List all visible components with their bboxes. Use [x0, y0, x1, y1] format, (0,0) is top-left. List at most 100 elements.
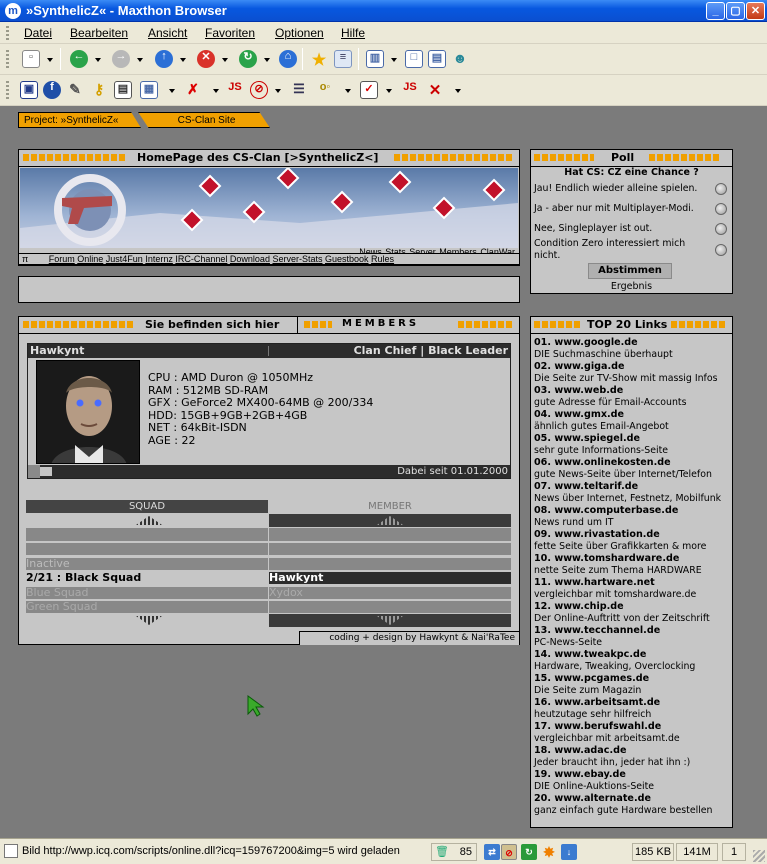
layout-icon[interactable]: ▥ [366, 50, 384, 68]
poll-option-1: Jau! Endlich wieder alleine spielen. [534, 183, 698, 194]
fullscreen-icon[interactable]: □ [405, 50, 423, 68]
top20-link-11[interactable]: 11. www.hartware.net [534, 577, 655, 588]
top20-link-7[interactable]: 07. www.teltarif.de [534, 481, 638, 492]
forward-icon[interactable]: → [112, 50, 130, 68]
poll-radio-1[interactable] [715, 183, 727, 195]
top20-link-15[interactable]: 15. www.pcgames.de [534, 673, 649, 684]
top20-link-2[interactable]: 02. www.giga.de [534, 361, 624, 372]
nav-guestbook[interactable]: Guestbook [325, 254, 369, 264]
menu-favoriten[interactable]: Favoriten [205, 26, 255, 40]
stop-icon[interactable]: ✕ [197, 50, 215, 68]
top20-link-16[interactable]: 16. www.arbeitsamt.de [534, 697, 660, 708]
list-icon[interactable]: ☰ [290, 81, 308, 99]
poll-radio-3[interactable] [715, 223, 727, 235]
poll-results-link[interactable]: Ergebnis [531, 281, 732, 292]
menu-bearbeiten[interactable]: Bearbeiten [70, 26, 128, 40]
top20-link-10[interactable]: 10. www.tomshardware.de [534, 553, 679, 564]
users-icon[interactable]: ☻ [451, 50, 469, 68]
poll-radio-4[interactable] [715, 244, 727, 256]
transfer-size: 185 KB [632, 843, 674, 861]
clear-icon[interactable]: ✕ [426, 81, 444, 99]
new-page-icon[interactable]: ▫ [22, 50, 40, 68]
image-toggle-icon[interactable]: ▣ [20, 81, 38, 99]
member-row-xydox[interactable]: Xydox [269, 587, 511, 599]
checkbox-icon[interactable]: ✓ [360, 81, 378, 99]
squad-row-green[interactable]: Green Squad [26, 601, 268, 613]
top20-link-8[interactable]: 08. www.computerbase.de [534, 505, 678, 516]
history-icon[interactable]: ≡ [334, 50, 352, 68]
trash-icon[interactable]: 🗑 [435, 844, 449, 860]
member-up-arrow-icon[interactable] [377, 516, 403, 525]
poll-radio-2[interactable] [715, 203, 727, 215]
back-icon[interactable]: ← [70, 50, 88, 68]
menu-bar: Datei Bearbeiten Ansicht Favoriten Optio… [0, 22, 767, 44]
squad-row-blue[interactable]: Blue Squad [26, 587, 268, 599]
top20-link-19[interactable]: 19. www.ebay.de [534, 769, 626, 780]
top20-link-1[interactable]: 01. www.google.de [534, 337, 638, 348]
table-icon[interactable]: ▦ [140, 81, 158, 99]
menu-hilfe[interactable]: Hilfe [341, 26, 365, 40]
maximize-button[interactable]: ▢ [726, 2, 745, 20]
spec-net: NET : 64kBit-ISDN [148, 421, 247, 434]
refresh-icon[interactable]: ↻ [239, 50, 257, 68]
up-icon[interactable]: ↑ [155, 50, 173, 68]
flash-icon[interactable]: f [43, 81, 61, 99]
squad-up-arrow-icon[interactable] [136, 516, 162, 525]
script-icon[interactable]: JS [401, 81, 419, 99]
top20-link-20[interactable]: 20. www.alternate.de [534, 793, 651, 804]
nav-download[interactable]: Download [230, 254, 270, 264]
member-row-hawkynt[interactable]: Hawkynt [269, 572, 511, 584]
top20-desc-7: News über Internet, Festnetz, Mobilfunk [534, 493, 722, 504]
pi-link[interactable]: π [22, 254, 28, 264]
top20-link-18[interactable]: 18. www.adac.de [534, 745, 626, 756]
nav-forum[interactable]: Forum [49, 254, 75, 264]
close-button[interactable]: ✕ [746, 2, 765, 20]
favorites-star-icon[interactable]: ★ [310, 50, 328, 69]
top20-link-9[interactable]: 09. www.rivastation.de [534, 529, 660, 540]
tab-cs-clan[interactable]: CS-Clan Site [138, 112, 270, 128]
squad-row-black[interactable]: 2/21 : Black Squad [26, 572, 268, 584]
javascript-icon[interactable]: JS [226, 81, 244, 99]
sun-icon[interactable]: ✸ [541, 844, 557, 860]
toolbar-options-icon[interactable]: o◦ [316, 81, 334, 99]
menu-ansicht[interactable]: Ansicht [148, 26, 187, 40]
nav-server-stats[interactable]: Server-Stats [272, 254, 322, 264]
member-rank: Clan Chief | Black Leader [353, 344, 508, 357]
notes-icon[interactable]: ▤ [114, 81, 132, 99]
block-popup-icon[interactable]: ✗ [184, 81, 202, 99]
member-down-arrow-icon[interactable] [377, 616, 403, 625]
top20-link-5[interactable]: 05. www.spiegel.de [534, 433, 640, 444]
resize-grip[interactable] [753, 850, 765, 862]
email-icon[interactable] [40, 467, 52, 476]
tools-icon[interactable]: ✎ [66, 81, 84, 99]
squad-down-arrow-icon[interactable] [136, 616, 162, 625]
download-icon[interactable]: ↓ [561, 844, 577, 860]
top20-link-14[interactable]: 14. www.tweakpc.de [534, 649, 646, 660]
popup-block-icon[interactable]: ⊘ [501, 844, 517, 860]
network-icon[interactable]: ⇄ [484, 844, 500, 860]
vote-button[interactable]: Abstimmen [588, 263, 672, 279]
nav-rules[interactable]: Rules [371, 254, 394, 264]
top20-link-12[interactable]: 12. www.chip.de [534, 601, 624, 612]
nav-internz[interactable]: Internz [145, 254, 173, 264]
menu-datei[interactable]: Datei [24, 26, 52, 40]
minimize-button[interactable]: _ [706, 2, 725, 20]
top20-link-13[interactable]: 13. www.tecchannel.de [534, 625, 660, 636]
menu-optionen[interactable]: Optionen [275, 26, 324, 40]
refresh-status-icon[interactable]: ↻ [521, 844, 537, 860]
key-icon[interactable]: ⚷ [90, 81, 108, 99]
tab-project[interactable]: Project: »SynthelicZ« [18, 112, 141, 128]
top20-link-3[interactable]: 03. www.web.de [534, 385, 623, 396]
top20-link-4[interactable]: 04. www.gmx.de [534, 409, 624, 420]
top20-link-17[interactable]: 17. www.berufswahl.de [534, 721, 661, 732]
maxthon-icon[interactable]: m [5, 3, 21, 19]
block-icon[interactable]: ⊘ [250, 81, 268, 99]
home-icon[interactable]: ⌂ [279, 50, 297, 68]
tile-window-icon[interactable]: ▤ [428, 50, 446, 68]
nav-online[interactable]: Online [77, 254, 103, 264]
top20-link-6[interactable]: 06. www.onlinekosten.de [534, 457, 671, 468]
squad-row-inactive[interactable]: Inactive [26, 558, 268, 570]
nav-just4fun[interactable]: Just4Fun [106, 254, 143, 264]
spec-cpu: CPU : AMD Duron @ 1050MHz [148, 371, 313, 384]
nav-irc-channel[interactable]: IRC-Channel [175, 254, 227, 264]
